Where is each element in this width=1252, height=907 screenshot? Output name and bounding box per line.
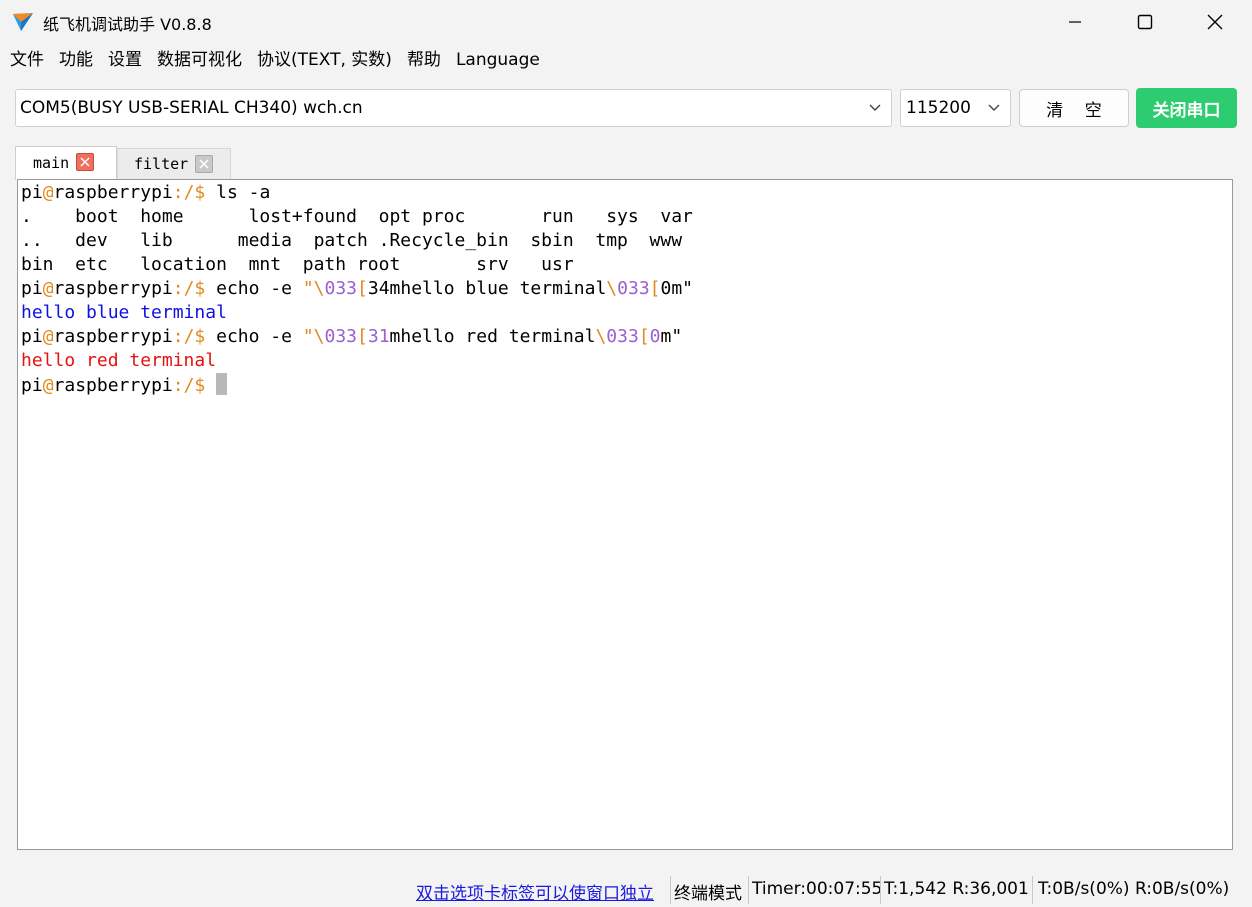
close-port-button[interactable]: 关闭串口 bbox=[1136, 88, 1237, 128]
menu-data-visualization[interactable]: 数据可视化 bbox=[149, 46, 249, 74]
menu-bar: 文件 功能 设置 数据可视化 协议(TEXT, 实数) 帮助 Language bbox=[0, 46, 547, 74]
terminal-line: bin etc location mnt path root srv usr bbox=[21, 254, 574, 275]
status-separator bbox=[1032, 876, 1033, 904]
terminal-output[interactable]: pi@raspberrypi:/$ ls -a . boot home lost… bbox=[17, 179, 1233, 850]
menu-language[interactable]: Language bbox=[448, 46, 547, 74]
tab-main-close-button[interactable] bbox=[76, 153, 94, 171]
title-bar: 纸飞机调试助手 V0.8.8 bbox=[0, 0, 1252, 44]
status-separator bbox=[670, 876, 671, 904]
terminal-line: hello red terminal bbox=[21, 350, 217, 371]
menu-function[interactable]: 功能 bbox=[51, 46, 100, 74]
close-window-button[interactable] bbox=[1180, 0, 1250, 44]
close-icon bbox=[80, 157, 90, 167]
baud-rate-value: 115200 bbox=[906, 98, 971, 118]
menu-protocol[interactable]: 协议(TEXT, 实数) bbox=[249, 46, 399, 74]
terminal-mode-label: 终端模式 bbox=[674, 884, 742, 904]
terminal-line: pi@raspberrypi:/$ echo -e "\033[31mhello… bbox=[21, 326, 683, 347]
chevron-down-icon bbox=[869, 104, 881, 111]
terminal-line: pi@raspberrypi:/$ ls -a bbox=[21, 182, 271, 203]
close-icon bbox=[1207, 14, 1223, 30]
port-value: COM5(BUSY USB-SERIAL CH340) wch.cn bbox=[20, 98, 363, 118]
status-bar: 双击选项卡标签可以使窗口独立 终端模式 Timer:00:07:55 T:1,5… bbox=[0, 874, 1252, 907]
terminal-line: hello blue terminal bbox=[21, 302, 227, 323]
timer-readout: Timer:00:07:55 bbox=[752, 879, 883, 899]
close-icon bbox=[199, 159, 209, 169]
tab-filter[interactable]: filter bbox=[117, 148, 231, 180]
status-separator bbox=[748, 876, 749, 904]
terminal-line: . boot home lost+found opt proc run sys … bbox=[21, 206, 693, 227]
terminal-line: pi@raspberrypi:/$ echo -e "\033[34mhello… bbox=[21, 278, 694, 299]
tab-main-label: main bbox=[33, 154, 70, 172]
port-select[interactable]: COM5(BUSY USB-SERIAL CH340) wch.cn bbox=[15, 89, 892, 127]
maximize-icon bbox=[1137, 14, 1153, 30]
terminal-line: .. dev lib media patch .Recycle_bin sbin… bbox=[21, 230, 683, 251]
paper-plane-icon bbox=[13, 13, 33, 31]
tab-filter-close-button[interactable] bbox=[195, 155, 213, 173]
status-separator bbox=[880, 876, 881, 904]
clear-button[interactable]: 清 空 bbox=[1019, 89, 1129, 127]
tab-main[interactable]: main bbox=[15, 146, 117, 180]
detach-tab-hint-link[interactable]: 双击选项卡标签可以使窗口独立 bbox=[416, 879, 654, 904]
byte-counts: T:1,542 R:36,001 bbox=[884, 879, 1029, 899]
terminal-line: pi@raspberrypi:/$ bbox=[21, 373, 1232, 397]
tab-filter-label: filter bbox=[134, 155, 189, 173]
menu-file[interactable]: 文件 bbox=[0, 46, 51, 74]
menu-settings[interactable]: 设置 bbox=[100, 46, 149, 74]
menu-help[interactable]: 帮助 bbox=[399, 46, 448, 74]
window-title: 纸飞机调试助手 V0.8.8 bbox=[43, 15, 212, 34]
maximize-button[interactable] bbox=[1110, 0, 1180, 44]
terminal-cursor bbox=[216, 373, 228, 395]
chevron-down-icon bbox=[988, 104, 1000, 111]
minimize-icon bbox=[1069, 21, 1081, 23]
baud-rate-select[interactable]: 115200 bbox=[900, 89, 1011, 127]
minimize-button[interactable] bbox=[1040, 0, 1110, 44]
transfer-rates: T:0B/s(0%) R:0B/s(0%) bbox=[1038, 879, 1230, 899]
toolbar: COM5(BUSY USB-SERIAL CH340) wch.cn 11520… bbox=[0, 88, 1252, 130]
